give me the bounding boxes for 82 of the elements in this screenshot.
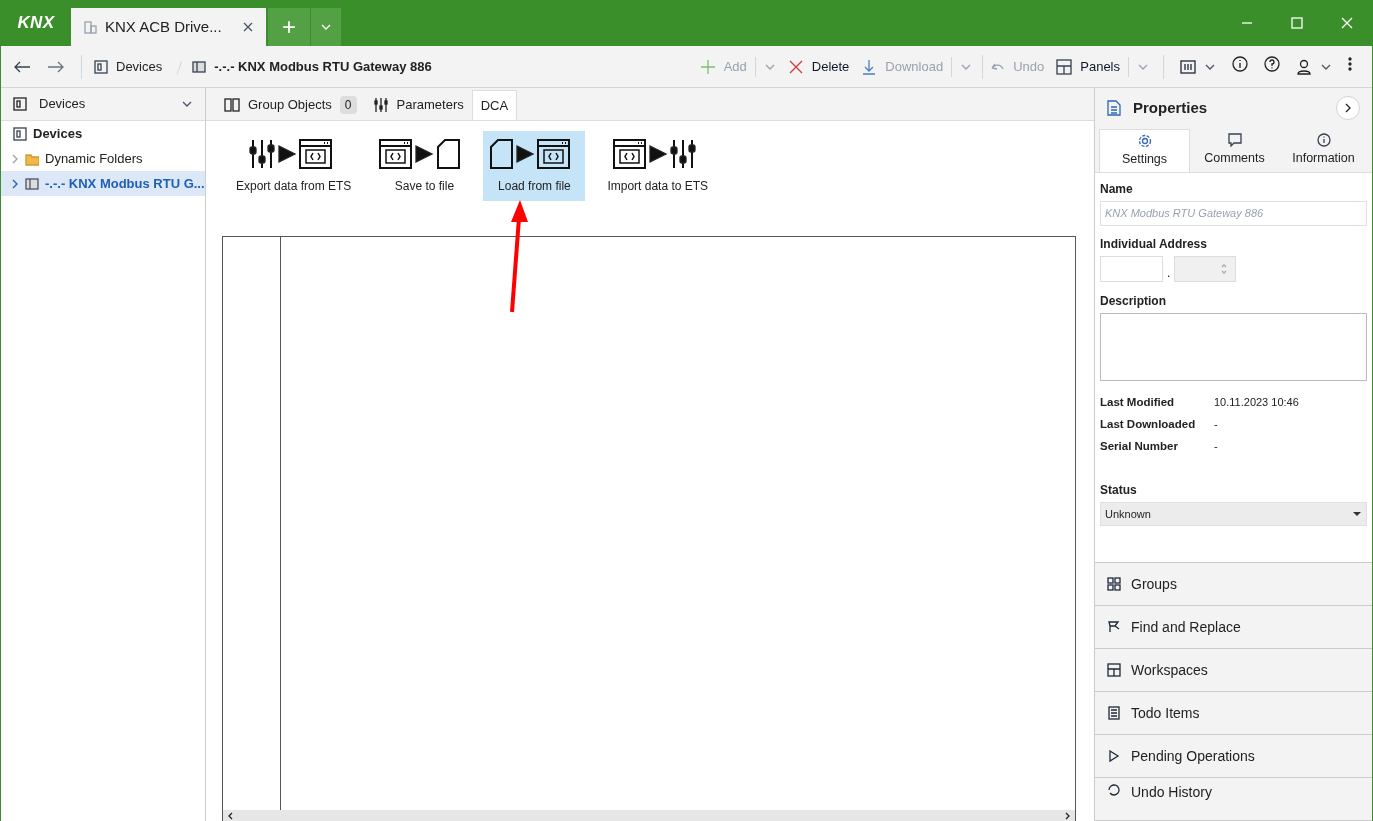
document-icon [1107,100,1121,117]
description-field[interactable] [1100,312,1367,381]
breadcrumb-item[interactable]: -.-.- KNX Modbus RTU Gateway 886 [214,56,432,77]
dca-tool-button[interactable]: Import data to ETS [593,131,723,201]
devices-icon [13,126,27,141]
address-spin-field[interactable] [1174,255,1237,282]
tree-item[interactable]: Devices [1,121,205,146]
grid-icon [1107,663,1121,677]
info-value: - [1213,416,1219,431]
grid-icon [1107,577,1121,591]
info-label: Serial Number [1100,438,1179,453]
caret-down-icon [1352,510,1362,517]
device-icon [192,59,207,74]
knx-logo: KNX [16,12,56,35]
forward-arrow-icon [47,59,65,74]
devices-icon [94,59,108,74]
field-label: Individual Address [1100,235,1208,253]
panel-title: Properties [1133,98,1209,119]
info-value: 10.11.2023 10:46 [1213,394,1300,409]
sliders-icon [372,97,389,113]
panel-item[interactable]: Groups [1095,563,1372,606]
info-icon [1232,55,1248,72]
devices-icon [13,97,27,111]
tab[interactable]: Settings [1099,128,1190,172]
download-icon [861,58,878,75]
tab[interactable]: Comments [1190,128,1279,172]
collapse-button[interactable] [1336,96,1360,121]
tab[interactable]: DCA [471,90,518,120]
info-icon [1316,133,1331,147]
status-dropdown[interactable]: Unknown [1100,501,1367,526]
field-label: Name [1100,180,1134,198]
spin-arrows-icon [1221,262,1228,275]
history-icon [1107,782,1121,796]
dca-tool-button[interactable]: Export data from ETS [222,131,366,201]
clipboard-icon [1107,706,1121,720]
building-icon [83,20,97,34]
tab[interactable]: Group Objects 0 [216,90,365,120]
panel-item[interactable]: Workspaces [1095,649,1372,692]
catalog-icon [1180,58,1196,75]
breadcrumb-item[interactable]: Devices [116,56,163,77]
comment-icon [1227,133,1242,147]
tree-item[interactable]: Dynamic Folders [1,146,205,171]
count-badge: 0 [339,96,357,114]
play-icon [1107,749,1121,763]
find-replace-icon [1107,620,1121,634]
close-icon [1340,16,1354,30]
plus-icon [699,58,716,75]
info-label: Last Downloaded [1100,416,1197,431]
panel-item[interactable]: Pending Operations [1095,735,1372,778]
maximize-icon [1290,16,1304,30]
tree-item[interactable]: -.-.- KNX Modbus RTU G... [1,171,205,196]
delete-button[interactable]: Delete [781,51,856,82]
chevron-right-icon [1344,103,1352,114]
field-label: Description [1100,292,1167,310]
tab[interactable]: Information [1279,128,1368,172]
close-icon [787,58,804,75]
document-tab[interactable]: KNX ACB Drive... [71,8,266,46]
separator-text: . [1167,264,1171,282]
more-icon [1348,56,1352,71]
folder-icon [25,151,39,166]
help-icon [1264,55,1280,72]
field-label: Status [1100,481,1138,499]
dca-tool-button[interactable]: Save to file [373,131,476,201]
gear-icon [1137,133,1152,148]
close-icon [242,21,254,33]
tab[interactable]: Parameters [364,90,472,120]
device-icon [25,176,39,191]
panel-item[interactable]: Todo Items [1095,692,1372,735]
tab-title: KNX ACB Drive... [105,16,223,37]
user-icon [1296,58,1312,75]
group-objects-icon [224,97,240,113]
back-arrow-icon [13,59,31,74]
horizontal-scrollbar[interactable] [223,810,1075,821]
dca-tool-button[interactable]: Load from file [483,131,586,201]
panel-item[interactable]: Find and Replace [1095,606,1372,649]
panel-item[interactable]: Undo History [1095,778,1372,821]
grid-icon [1056,58,1073,75]
address-input-field[interactable] [1100,255,1163,282]
info-value: - [1213,438,1219,453]
panels-button[interactable]: Panels [1050,51,1155,82]
info-label: Last Modified [1100,394,1176,409]
sidebar-header[interactable]: Devices [1,88,205,121]
